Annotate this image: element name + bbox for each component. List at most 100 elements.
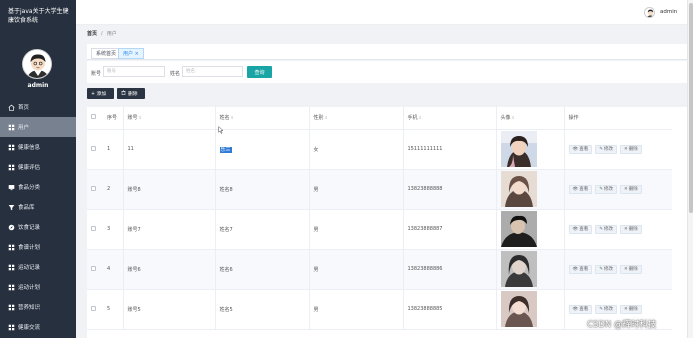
grid-icon <box>8 144 15 151</box>
table-row[interactable]: 1 11 乐三 女 15111111111 👁 查看 ✎ 修改 ✕ 删除 <box>87 129 672 170</box>
edit-icon: ✎ <box>599 306 603 312</box>
scrollbar-thumb[interactable] <box>689 3 693 213</box>
sidebar-item-label: 健康信息 <box>18 145 41 151</box>
sidebar-item-health-forum[interactable]: 健康交流 <box>0 317 76 337</box>
sidebar-item-recipe-plan[interactable]: 食谱计划 <box>0 237 76 257</box>
header-phone[interactable]: 手机⇕ <box>402 107 496 130</box>
cell-avatar <box>495 249 564 290</box>
row-checkbox[interactable] <box>91 185 96 191</box>
view-button[interactable]: 👁 查看 <box>568 184 593 194</box>
eye-icon: 👁 <box>572 266 579 272</box>
view-button[interactable]: 👁 查看 <box>568 304 593 314</box>
row-checkbox[interactable] <box>91 145 96 151</box>
header-account[interactable]: 账号⇕ <box>122 107 215 130</box>
user-photo[interactable] <box>500 291 537 327</box>
sidebar-item-exercise-record[interactable]: 运动记录 <box>0 257 76 277</box>
cell-avatar <box>495 129 564 170</box>
sort-icon[interactable]: ⇕ <box>139 115 142 120</box>
edit-button[interactable]: ✎ 修改 <box>595 144 617 154</box>
trash-icon <box>121 90 126 97</box>
grid-icon <box>8 304 15 311</box>
cell-name: 姓名8 <box>214 169 309 210</box>
sort-icon[interactable]: ⇕ <box>325 115 328 120</box>
cell-actions: 👁 查看 ✎ 修改 ✕ 删除 <box>563 249 672 290</box>
cell-avatar <box>495 209 564 250</box>
table-row[interactable]: 3 账号7 姓名7 男 13823888887 👁 查看 ✎ 修改 ✕ 删除 <box>87 209 672 250</box>
view-button[interactable]: 👁 查看 <box>568 144 593 154</box>
row-checkbox[interactable] <box>91 305 96 311</box>
cell-name: 姓名7 <box>214 209 309 250</box>
delete-row-button[interactable]: ✕ 删除 <box>620 304 642 314</box>
user-photo[interactable] <box>500 171 537 207</box>
sidebar-item-food-library[interactable]: 食品库 <box>0 197 76 217</box>
cell-name: 姓名6 <box>214 249 309 290</box>
tabs-bar: 系统首页 用户 × <box>87 44 687 60</box>
edit-button[interactable]: ✎ 修改 <box>595 184 617 194</box>
sort-icon[interactable]: ⇕ <box>231 115 234 120</box>
sidebar-menu: 首页 用户 健康信息 健康评估 食品分类 食品库 饮食记录 食谱计划 运动记录 … <box>0 97 76 337</box>
row-checkbox[interactable] <box>91 265 96 271</box>
user-photo[interactable] <box>500 251 537 287</box>
header-gender[interactable]: 性别⇕ <box>308 107 403 130</box>
grid-icon <box>8 124 15 131</box>
delete-row-button[interactable]: ✕ 删除 <box>620 144 642 154</box>
account-input[interactable] <box>103 66 165 77</box>
table-row[interactable]: 2 账号8 姓名8 男 13823888888 👁 查看 ✎ 修改 ✕ 删除 <box>87 169 672 210</box>
table-row[interactable]: 5 账号5 姓名5 男 13823888885 👁 查看 ✎ 修改 ✕ 删除 <box>87 289 672 330</box>
sort-icon[interactable]: ⇕ <box>512 115 515 120</box>
edit-button[interactable]: ✎ 修改 <box>595 224 617 234</box>
sidebar-item-health-info[interactable]: 健康信息 <box>0 137 76 157</box>
topbar-username[interactable]: admin <box>660 9 677 15</box>
avatar[interactable] <box>22 49 52 79</box>
topbar: admin <box>76 0 687 25</box>
sidebar-item-diet-record[interactable]: 饮食记录 <box>0 217 76 237</box>
cell-gender: 男 <box>308 249 403 290</box>
delete-row-button[interactable]: ✕ 删除 <box>620 224 642 234</box>
user-photo[interactable] <box>500 131 537 167</box>
select-all-checkbox[interactable] <box>91 114 96 120</box>
edit-button[interactable]: ✎ 修改 <box>595 304 617 314</box>
delete-row-button[interactable]: ✕ 删除 <box>620 184 642 194</box>
cell-account: 账号5 <box>122 289 215 330</box>
header-avatar[interactable]: 头像⇕ <box>495 107 564 130</box>
delete-button[interactable]: 删除 <box>117 88 145 99</box>
cell-index: 2 <box>103 169 123 210</box>
sidebar-item-health-assessment[interactable]: 健康评估 <box>0 157 76 177</box>
page-scrollbar[interactable] <box>687 0 693 338</box>
sidebar-item-nutrition-knowledge[interactable]: 营养知识 <box>0 297 76 317</box>
sidebar-item-exercise-plan[interactable]: 运动计划 <box>0 277 76 297</box>
view-button[interactable]: 👁 查看 <box>568 224 593 234</box>
add-button[interactable]: + 添加 <box>87 88 114 99</box>
tab-system-home[interactable]: 系统首页 <box>91 48 122 59</box>
cell-phone: 13823888885 <box>402 289 496 330</box>
compass-icon <box>8 224 15 231</box>
breadcrumb-home[interactable]: 首页 <box>87 30 97 37</box>
sidebar-item-users[interactable]: 用户 <box>0 117 76 137</box>
name-input[interactable] <box>182 66 243 77</box>
view-button[interactable]: 👁 查看 <box>568 264 593 274</box>
cell-index: 3 <box>103 209 123 250</box>
delete-label: 删除 <box>128 92 138 97</box>
row-checkbox[interactable] <box>91 225 96 231</box>
cell-name: 姓名5 <box>214 289 309 330</box>
sidebar-item-home[interactable]: 首页 <box>0 97 76 117</box>
header-name[interactable]: 姓名⇕ <box>214 107 309 130</box>
header-select-all[interactable] <box>87 107 103 130</box>
query-button[interactable]: 查询 <box>247 66 272 78</box>
tab-users[interactable]: 用户 × <box>118 48 144 59</box>
delete-row-button[interactable]: ✕ 删除 <box>620 264 642 274</box>
avatar[interactable] <box>644 7 655 18</box>
sidebar-item-food-category[interactable]: 食品分类 <box>0 177 76 197</box>
user-photo[interactable] <box>500 211 537 247</box>
table-row[interactable]: 4 账号6 姓名6 男 13823888886 👁 查看 ✎ 修改 ✕ 删除 <box>87 249 672 290</box>
account-label: 账号 <box>91 71 102 77</box>
sidebar: 基于java关于大学生健康饮食系统 admin 首页 用户 健康信息 健康评估 … <box>0 0 76 338</box>
watermark: CSDN @辉时科技 <box>587 320 657 330</box>
sidebar-item-label: 健康评估 <box>18 165 41 171</box>
edit-button[interactable]: ✎ 修改 <box>595 264 617 274</box>
cell-gender: 女 <box>308 129 403 170</box>
add-label: + 添加 <box>91 92 107 97</box>
breadcrumb: 首页 / 用户 <box>87 30 117 38</box>
sidebar-username: admin <box>27 82 49 89</box>
sort-icon[interactable]: ⇕ <box>419 115 422 120</box>
